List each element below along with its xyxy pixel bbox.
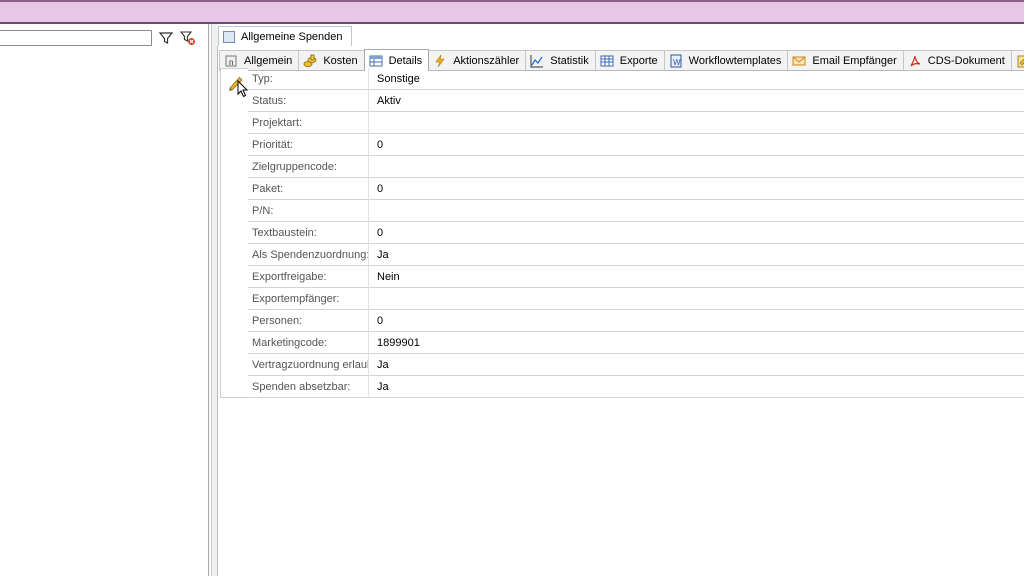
tab-label: Workflowtemplates: [688, 54, 782, 67]
document-icon: [223, 31, 235, 43]
property-row[interactable]: Textbaustein: 0: [248, 221, 1024, 244]
property-label: Paket:: [252, 182, 284, 195]
tab-label: Statistik: [550, 54, 589, 67]
property-value[interactable]: 1899901: [369, 337, 420, 349]
document-tab-label: Allgemeine Spenden: [241, 31, 343, 43]
left-navigation-pane: [0, 24, 218, 576]
property-row[interactable]: Zielgruppencode:: [248, 155, 1024, 178]
svg-text:n: n: [229, 58, 233, 67]
tab-aktionszähler[interactable]: Aktionszähler: [428, 50, 527, 70]
property-label: Textbaustein:: [252, 226, 317, 239]
property-row[interactable]: P/N:: [248, 199, 1024, 222]
chart-icon: [530, 54, 550, 68]
search-input[interactable]: [0, 30, 152, 46]
svg-text:W: W: [673, 58, 681, 67]
pdf-icon: [908, 54, 928, 68]
column-divider: [368, 155, 369, 178]
property-label: P/N:: [252, 204, 274, 217]
property-row[interactable]: Spenden absetzbar: Ja: [248, 375, 1024, 398]
tab-label: Details: [388, 54, 423, 67]
property-row[interactable]: Projektart:: [248, 111, 1024, 134]
property-label: Exportfreigabe:: [252, 270, 327, 283]
column-divider: [368, 287, 369, 310]
property-row[interactable]: Status: Aktiv: [248, 89, 1024, 112]
tab-label: Allgemein: [244, 54, 293, 67]
general-icon: n: [224, 54, 244, 68]
property-value[interactable]: 0: [369, 315, 383, 327]
envelope-icon: [792, 54, 812, 68]
property-label: Status:: [252, 94, 287, 107]
pencil-note-icon: [1016, 54, 1024, 68]
column-divider: [368, 199, 369, 222]
property-label: Zielgruppencode:: [252, 160, 338, 173]
property-row[interactable]: Als Spendenzuordnung: Ja: [248, 243, 1024, 266]
property-row[interactable]: Priorität: 0: [248, 133, 1024, 156]
filter-clear-icon[interactable]: [180, 30, 196, 46]
property-label: Vertragzuordnung erlaubt:: [252, 358, 368, 371]
tab-label: Email Empfänger: [812, 54, 897, 67]
grid-row-gutter: [220, 68, 248, 398]
tab-label: Kosten: [323, 54, 358, 67]
tab-cds-dokument[interactable]: CDS-Dokument: [902, 50, 1012, 70]
property-value[interactable]: 0: [369, 139, 383, 151]
property-row[interactable]: Vertragzuordnung erlaubt: Ja: [248, 353, 1024, 376]
property-row[interactable]: Marketingcode: 1899901: [248, 331, 1024, 354]
property-row[interactable]: Personen: 0: [248, 309, 1024, 332]
property-label: Als Spendenzuordnung:: [252, 248, 368, 261]
property-label: Spenden absetzbar:: [252, 380, 351, 393]
property-value[interactable]: Aktiv: [369, 95, 401, 107]
property-label: Priorität:: [252, 138, 293, 151]
tab-exporte[interactable]: Exporte: [594, 50, 665, 70]
lightning-icon: [433, 54, 453, 68]
property-value[interactable]: Ja: [369, 249, 389, 261]
word-doc-icon: W: [669, 54, 689, 68]
column-divider: [368, 111, 369, 134]
property-row[interactable]: Exportfreigabe: Nein: [248, 265, 1024, 288]
tab-label: Aktionszähler: [453, 54, 520, 67]
property-label: Personen:: [252, 314, 303, 327]
property-row[interactable]: Paket: 0: [248, 177, 1024, 200]
property-value[interactable]: Ja: [369, 359, 389, 371]
tab-label: CDS-Dokument: [927, 54, 1005, 67]
tab-allgemein[interactable]: n Allgemein: [219, 50, 300, 70]
property-label: Marketingcode:: [252, 336, 328, 349]
property-row[interactable]: Typ: Sonstige: [248, 67, 1024, 90]
grid-icon: [600, 54, 620, 68]
tab-statistik[interactable]: Statistik: [525, 50, 596, 70]
property-value[interactable]: Ja: [369, 381, 389, 393]
document-tab-allgemeine-spenden[interactable]: Allgemeine Spenden: [218, 26, 352, 47]
property-row[interactable]: Exportempfänger:: [248, 287, 1024, 310]
property-value[interactable]: Nein: [369, 271, 400, 283]
window-title-bar: [0, 0, 1024, 24]
tab-workflowtemplates[interactable]: W Workflowtemplates: [663, 50, 789, 70]
property-value[interactable]: 0: [369, 227, 383, 239]
filter-icon[interactable]: [158, 30, 174, 46]
tab-email-empfänger[interactable]: Email Empfänger: [787, 50, 904, 70]
tab-label: Exporte: [619, 54, 658, 67]
property-value[interactable]: Sonstige: [369, 73, 420, 85]
tab-plan[interactable]: Plan: [1010, 50, 1024, 70]
table-icon: [369, 54, 389, 68]
tab-kosten[interactable]: Kosten: [298, 50, 365, 70]
property-label: Projektart:: [252, 116, 303, 129]
property-label: Exportempfänger:: [252, 292, 340, 305]
property-label: Typ:: [252, 72, 273, 85]
property-value[interactable]: 0: [369, 183, 383, 195]
coins-icon: [303, 54, 323, 68]
